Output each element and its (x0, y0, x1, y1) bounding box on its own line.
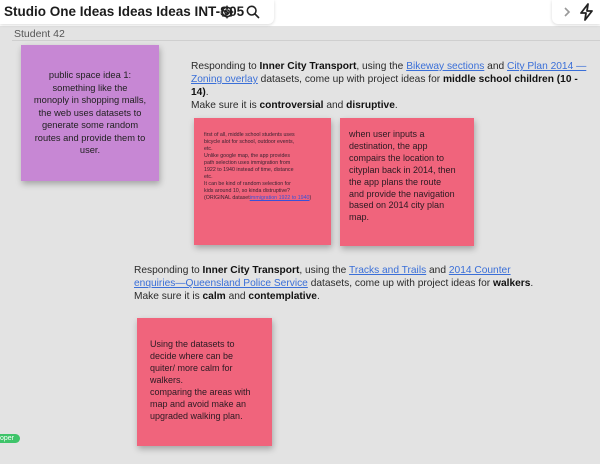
search-icon[interactable] (242, 1, 264, 23)
city-plan-link[interactable]: City Plan 2014 — (507, 61, 586, 72)
frame-label: Student 42 (14, 28, 65, 40)
immigration-dataset-link[interactable]: immigration 1922 to 1940 (250, 195, 310, 201)
zoning-overlay-link[interactable]: Zoning overlay (191, 74, 258, 85)
sticky-note-purple[interactable]: public space idea 1: something like the … (21, 45, 159, 181)
prompt-text-2: Responding to Inner City Transport, usin… (134, 265, 534, 302)
topic-label: Inner City Transport (259, 61, 357, 72)
sticky-note-text: first of all, middle school students use… (204, 132, 312, 201)
queensland-police-link[interactable]: enquiries—Queensland Police Service (134, 278, 308, 289)
toolbar-right-pill (552, 0, 600, 24)
sticky-note-text: Using the datasets to decide where can b… (150, 339, 251, 421)
frame-border (12, 40, 600, 41)
prompt-text-1: Responding to Inner City Transport, usin… (191, 61, 587, 111)
sticky-note-text: when user inputs a destination, the app … (349, 129, 456, 223)
sticky-note-text: public space idea 1: something like the … (33, 70, 147, 156)
counter-enquiries-link[interactable]: 2014 Counter (449, 265, 511, 276)
topic-label: Inner City Transport (202, 265, 300, 276)
chevron-right-icon[interactable] (556, 1, 578, 23)
top-bar: Studio One Ideas Ideas Ideas INT-S05 (0, 0, 600, 26)
lightning-icon[interactable] (576, 1, 598, 23)
board-title[interactable]: Studio One Ideas Ideas Ideas INT-S05 (4, 4, 244, 19)
sticky-note-pink-bottom[interactable]: Using the datasets to decide where can b… (137, 318, 272, 446)
user-cursor-badge: oper (0, 434, 21, 443)
tracks-and-trails-link[interactable]: Tracks and Trails (349, 265, 426, 276)
sticky-note-pink-right[interactable]: when user inputs a destination, the app … (340, 118, 474, 246)
sticky-note-pink-small-text[interactable]: first of all, middle school students use… (194, 118, 331, 245)
settings-gear-icon[interactable] (216, 1, 238, 23)
board-title-pill: Studio One Ideas Ideas Ideas INT-S05 (0, 0, 274, 24)
bikeway-sections-link[interactable]: Bikeway sections (406, 61, 484, 72)
